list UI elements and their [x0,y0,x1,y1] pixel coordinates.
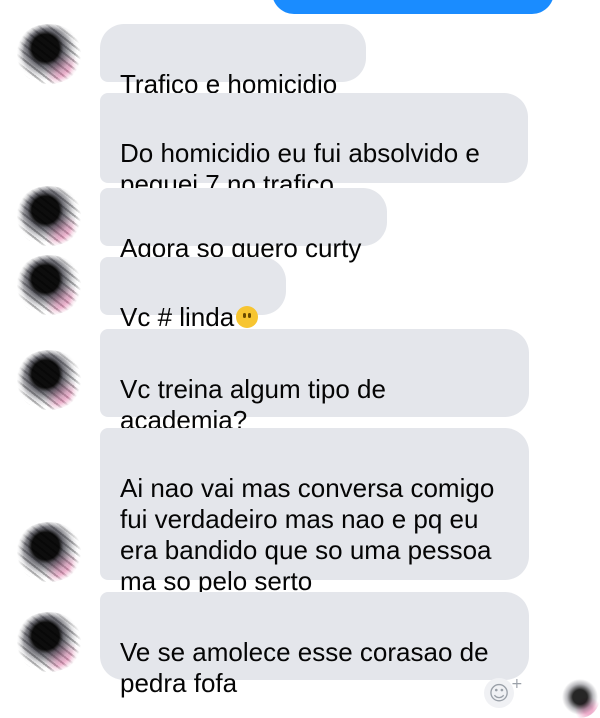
message-text: Ve se amolece esse corasao de pedra fofa [120,637,489,698]
message-bubble[interactable]: Ai nao vai mas conversa comigo fui verda… [100,428,529,596]
sent-message-bubble[interactable] [272,0,554,14]
message-text: Vc treina algum tipo de academia? [120,374,386,435]
avatar[interactable] [14,350,84,410]
smiley-plus-icon[interactable]: ☺ [484,678,514,708]
seen-avatar [560,676,600,718]
avatar[interactable] [14,255,84,315]
avatar[interactable] [14,612,84,672]
smiley-emoji-icon [236,306,259,328]
message-bubble[interactable]: Vc treina algum tipo de academia? [100,329,529,435]
message-text: Vc # linda [120,302,235,332]
avatar[interactable] [14,186,84,246]
message-bubble[interactable]: Do homicidio eu fui absolvido e peguei 7… [100,93,528,199]
avatar[interactable] [14,24,84,84]
message-bubble[interactable]: Ve se amolece esse corasao de pedra fofa [100,592,529,698]
message-bubble[interactable]: Trafico e homicidio [100,24,366,99]
message-text: Ai nao vai mas conversa comigo fui verda… [120,473,495,596]
reaction-plus: + [511,676,523,692]
avatar[interactable] [14,522,84,582]
message-bubble[interactable]: Vc # linda [100,257,286,332]
message-bubble[interactable]: Agora so quero curty [100,188,387,263]
